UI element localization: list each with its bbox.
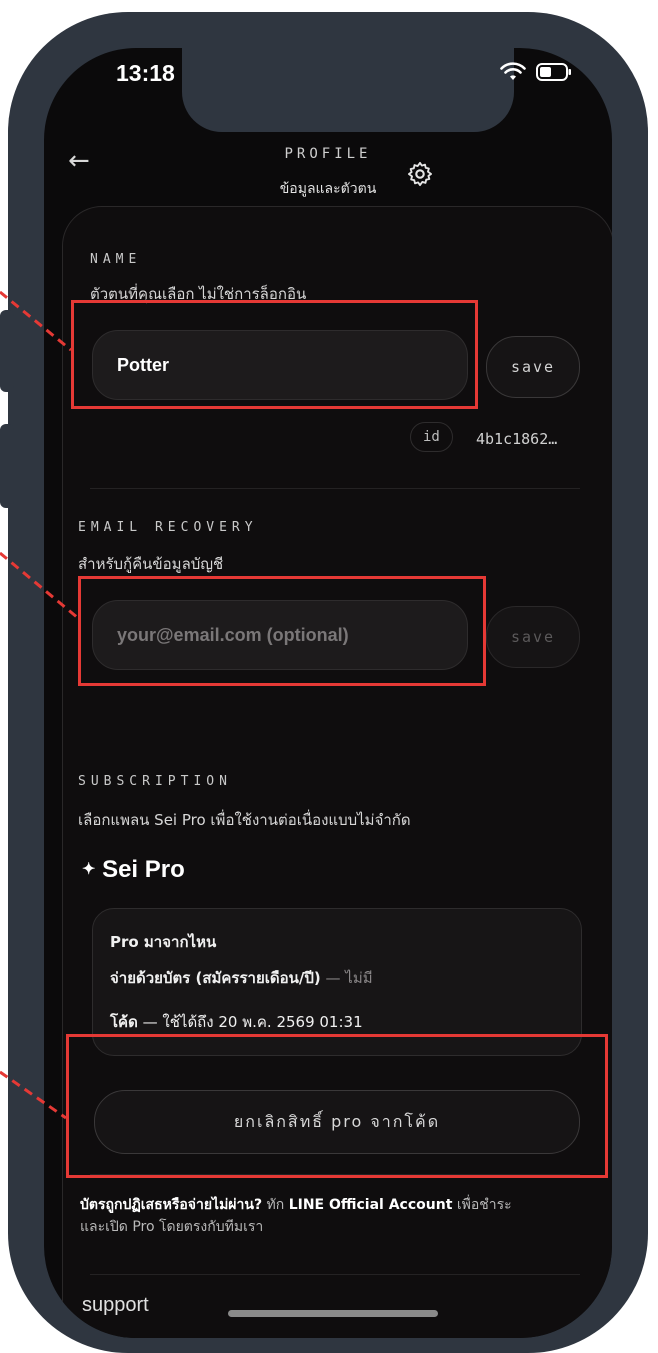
divider — [90, 1274, 580, 1275]
battery-icon — [536, 63, 571, 81]
highlight-cancel-button — [66, 1034, 608, 1178]
email-section-label: EMAIL RECOVERY — [78, 520, 258, 535]
line-official-account-link[interactable]: LINE Official Account — [289, 1197, 453, 1213]
code-line-prefix: โค้ด — [110, 1013, 138, 1031]
user-id-value: 4b1c1862… — [476, 430, 558, 448]
pro-source-title: Pro มาจากไหน — [110, 933, 217, 951]
sparkle-icon: ✦ — [82, 861, 96, 878]
payment-help-question: บัตรถูกปฏิเสธหรือจ่ายไม่ผ่าน? — [80, 1197, 263, 1213]
highlight-email-field — [78, 576, 486, 686]
home-indicator[interactable] — [228, 1310, 438, 1317]
code-line: โค้ด — ใช้ได้ถึง 20 พ.ค. 2569 01:31 — [110, 1010, 363, 1034]
side-button-volume-up — [0, 310, 14, 392]
page-subtitle: ข้อมูลและตัวตน — [279, 181, 377, 197]
side-button-volume-down — [0, 424, 14, 508]
notch — [182, 48, 514, 132]
card-payment-status: — ไม่มี — [325, 969, 373, 987]
support-link[interactable]: support — [82, 1294, 149, 1317]
card-payment-line: จ่ายด้วยบัตร (สมัครรายเดือน/ปี) — ไม่มี — [110, 966, 373, 990]
plan-name: ✦ Sei Pro — [82, 856, 185, 884]
code-line-expiry: — ใช้ได้ถึง 20 พ.ค. 2569 01:31 — [142, 1013, 363, 1031]
status-icons — [500, 62, 572, 82]
email-save-button[interactable]: save — [486, 606, 580, 668]
name-section-label: NAME — [90, 252, 142, 267]
plan-name-text: Sei Pro — [102, 856, 185, 883]
gear-icon[interactable] — [406, 160, 434, 188]
id-badge: id — [410, 422, 453, 452]
payment-help-note: บัตรถูกปฏิเสธหรือจ่ายไม่ผ่าน? ทัก LINE O… — [80, 1194, 580, 1238]
highlight-name-field — [71, 300, 478, 409]
payment-help-line2: และเปิด Pro โดยตรงกับทีมเรา — [80, 1219, 264, 1235]
page-title: PROFILE — [284, 146, 372, 162]
card-payment-label: จ่ายด้วยบัตร (สมัครรายเดือน/ปี) — [110, 969, 321, 987]
email-hint: สำหรับกู้คืนข้อมูลบัญชี — [78, 555, 224, 573]
name-save-button[interactable]: save — [486, 336, 580, 398]
subscription-hint: เลือกแพลน Sei Pro เพื่อใช้งานต่อเนื่องแบ… — [78, 811, 411, 829]
payment-help-end: เพื่อชำระ — [456, 1197, 512, 1213]
subscription-section-label: SUBSCRIPTION — [78, 774, 232, 789]
wifi-icon — [500, 62, 526, 80]
divider — [90, 488, 580, 489]
payment-help-contact: ทัก — [266, 1197, 285, 1213]
status-time: 13:18 — [116, 60, 175, 86]
